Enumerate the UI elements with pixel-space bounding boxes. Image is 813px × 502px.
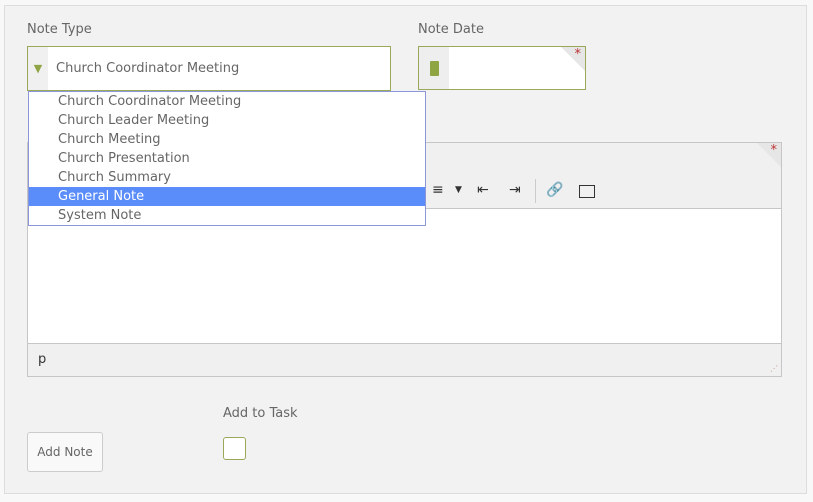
note-type-value: Church Coordinator Meeting [56, 61, 240, 76]
editor-statusbar: p ⋰ [28, 343, 781, 376]
option-church-leader-meeting[interactable]: Church Leader Meeting [29, 111, 425, 130]
dropdown-caret-icon[interactable]: ▼ [455, 182, 462, 198]
note-type-dropdown-list: Church Coordinator Meeting Church Leader… [28, 91, 426, 226]
required-mark: * [770, 143, 778, 158]
option-church-summary[interactable]: Church Summary [29, 168, 425, 187]
option-general-note[interactable]: General Note [29, 187, 425, 206]
add-to-task-checkbox[interactable] [223, 437, 246, 460]
option-church-coordinator-meeting[interactable]: Church Coordinator Meeting [29, 92, 425, 111]
element-path[interactable]: p [38, 352, 46, 367]
note-type-label: Note Type [27, 22, 92, 37]
link-icon[interactable]: 🔗 [546, 182, 563, 198]
note-type-select[interactable]: ▼ Church Coordinator Meeting [27, 46, 391, 91]
note-date-label: Note Date [418, 22, 484, 37]
required-corner [561, 47, 585, 71]
calendar-icon[interactable] [419, 47, 449, 89]
option-system-note[interactable]: System Note [29, 206, 425, 225]
numbered-list-icon[interactable]: ≡ [432, 182, 444, 198]
indent-icon[interactable]: ⇥ [509, 182, 521, 198]
chevron-down-icon: ▼ [28, 47, 48, 90]
option-church-meeting[interactable]: Church Meeting [29, 130, 425, 149]
add-to-task-label: Add to Task [223, 406, 298, 421]
required-corner [757, 143, 781, 167]
add-note-button[interactable]: Add Note [27, 432, 103, 472]
required-mark: * [574, 47, 582, 62]
toolbar-divider [535, 179, 536, 203]
image-icon[interactable] [579, 185, 595, 198]
outdent-icon[interactable]: ⇤ [477, 182, 489, 198]
option-church-presentation[interactable]: Church Presentation [29, 149, 425, 168]
note-date-input[interactable]: * [418, 46, 586, 90]
resize-handle-icon[interactable]: ⋰ [770, 364, 778, 373]
